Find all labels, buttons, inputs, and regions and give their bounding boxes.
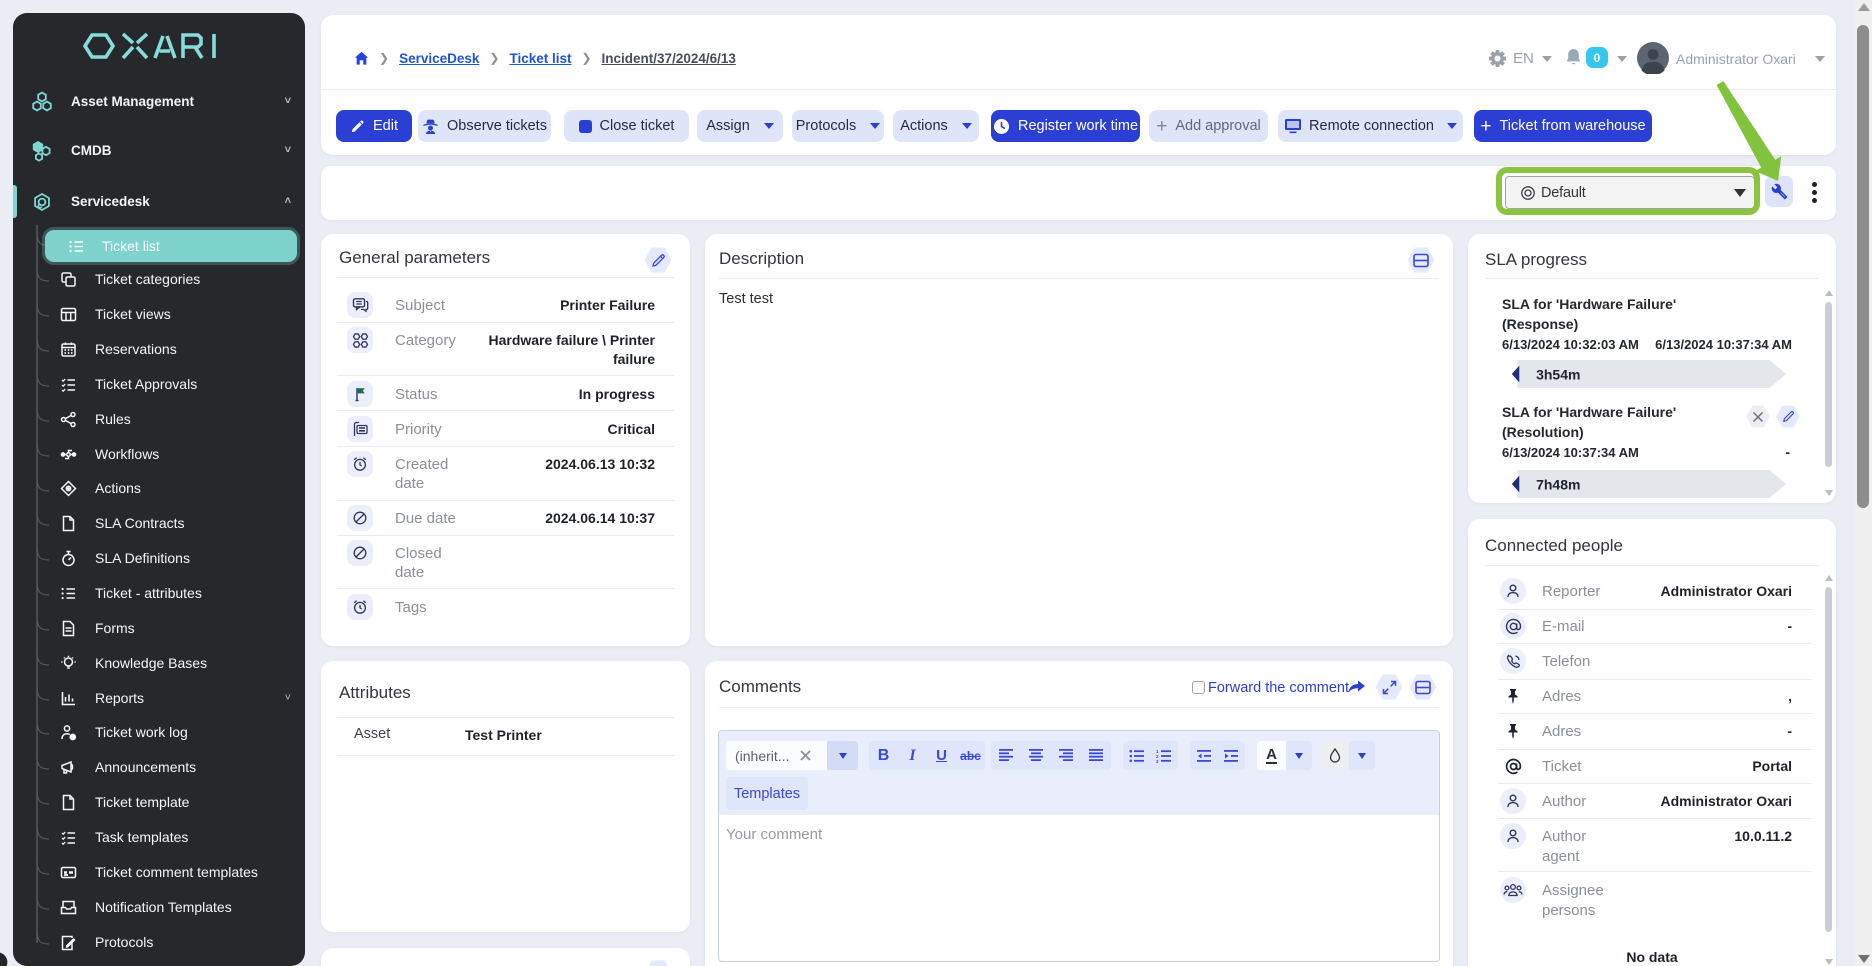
svg-text:3h54m: 3h54m: [1536, 367, 1580, 383]
svg-text:3: 3: [1156, 759, 1159, 763]
svg-text:7h48m: 7h48m: [1536, 477, 1580, 493]
